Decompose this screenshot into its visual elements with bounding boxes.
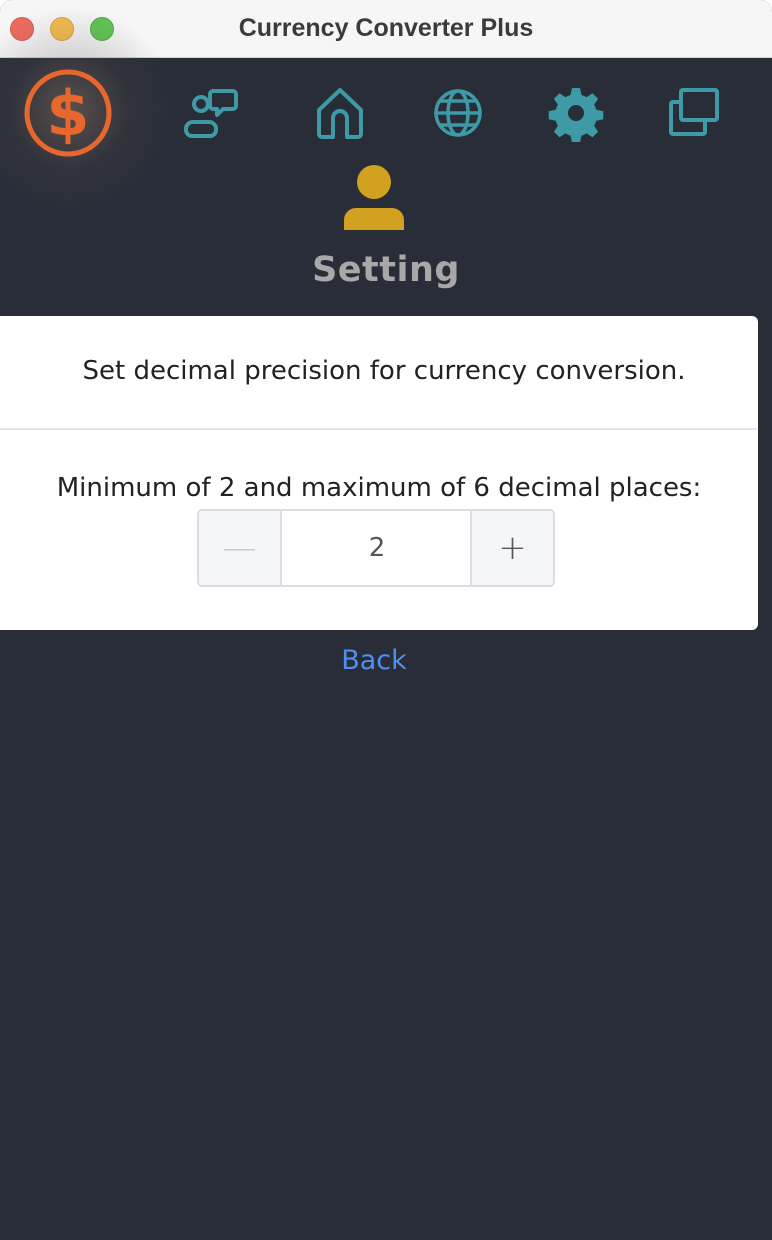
page-title: Setting (312, 250, 460, 290)
windows-icon[interactable] (665, 84, 723, 142)
svg-text:$: $ (46, 77, 89, 150)
card-divider (0, 428, 757, 430)
app-window: Currency Converter Plus $ Setting Set de… (0, 0, 772, 1240)
chat-bubbles-icon[interactable] (182, 84, 240, 142)
gear-icon[interactable] (547, 84, 605, 143)
back-link[interactable]: Back (0, 645, 748, 676)
globe-icon[interactable] (429, 84, 487, 142)
user-profile-icon (340, 164, 408, 234)
decimal-places-input[interactable] (282, 511, 472, 585)
dollar-logo-icon[interactable]: $ (22, 67, 114, 159)
decrement-button[interactable]: — (199, 511, 282, 585)
decimal-places-stepper: — + (197, 509, 555, 587)
home-icon[interactable] (311, 84, 369, 142)
precision-description: Set decimal precision for currency conve… (82, 356, 686, 386)
precision-range-label: Minimum of 2 and maximum of 6 decimal pl… (56, 473, 702, 503)
increment-button[interactable]: + (470, 511, 553, 585)
